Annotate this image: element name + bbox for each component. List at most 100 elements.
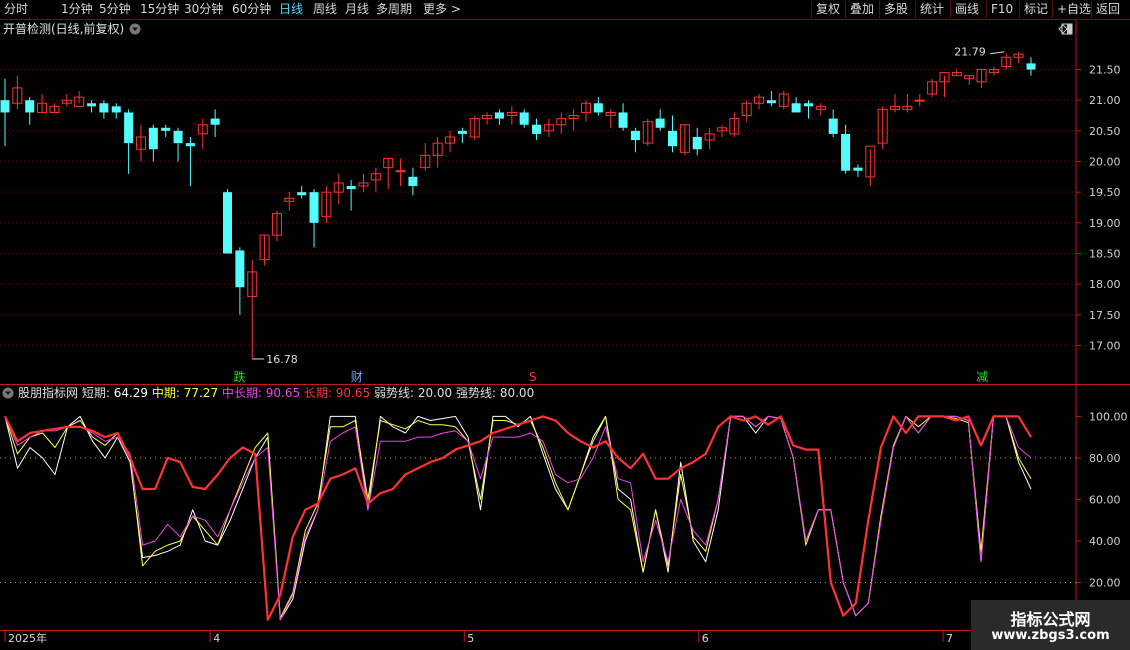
toolbar-tab-1[interactable]: 1分钟 <box>61 1 93 18</box>
legend-value: 90.65 <box>266 386 304 400</box>
toolbar-tab-7[interactable]: 周线 <box>313 1 337 18</box>
x-tick-label: 2025年 <box>8 631 47 645</box>
toolbar-button-6[interactable]: 标记 <box>1024 1 1048 18</box>
toolbar-separator <box>986 1 987 18</box>
x-tick-label: 4 <box>213 632 220 645</box>
event-marker: S <box>529 370 537 384</box>
toolbar-tab-5[interactable]: 60分钟 <box>232 1 271 18</box>
y-tick-label: 21.00 <box>1089 94 1121 107</box>
indicator-panel: 20.00 40.00 60.00 80.00 100.00 股朋指标网 短期: 64.2… <box>0 385 1128 621</box>
candle-body <box>494 112 504 119</box>
toolbar-tab-0[interactable]: 分时 <box>4 1 28 18</box>
legend-label: 长期: <box>304 386 336 400</box>
candle-body <box>630 130 640 141</box>
kline-panel: 17.00 17.50 18.00 18.50 19.00 19.50 20.00 20.50… <box>0 21 1121 384</box>
candle-body <box>111 106 121 113</box>
candle-body <box>161 127 171 131</box>
candle-body <box>655 118 665 128</box>
y-tick-label: 17.50 <box>1089 309 1121 322</box>
chart-area: 17.00 17.50 18.00 18.50 19.00 19.50 20.00 20.50… <box>0 20 1130 645</box>
candle-body <box>346 186 356 190</box>
candle-body <box>408 176 418 187</box>
candle-body <box>297 192 307 196</box>
y-tick-label: 18.50 <box>1089 247 1121 260</box>
toolbar-tab-9[interactable]: 多周期 <box>376 1 412 18</box>
watermark: 指标公式网 www.zbgs3.com <box>971 600 1130 650</box>
event-marker: 减 <box>976 370 988 384</box>
toolbar-tab-3[interactable]: 15分钟 <box>140 1 179 18</box>
candle-body <box>87 103 97 107</box>
candle-body <box>1026 63 1036 70</box>
candle-body <box>593 103 603 113</box>
toolbar-separator <box>845 1 846 18</box>
toolbar-separator <box>1019 1 1020 18</box>
candle-body <box>828 118 838 134</box>
toolbar-tab-4[interactable]: 30分钟 <box>184 1 223 18</box>
series-line-3 <box>4 415 1032 621</box>
y-tick-label: 20.00 <box>1089 576 1121 589</box>
x-tick-label: 7 <box>946 632 953 645</box>
candle-body <box>853 167 863 171</box>
candle-body <box>766 100 776 104</box>
toolbar-tab-6[interactable]: 日线 <box>279 1 303 18</box>
candle-body <box>618 112 628 128</box>
candle-body <box>235 250 245 288</box>
toolbar-tab-8[interactable]: 月线 <box>345 1 369 18</box>
legend-value: 80.00 <box>500 386 534 400</box>
watermark-title: 指标公式网 <box>1010 610 1091 629</box>
watermark-url: www.zbgs3.com <box>991 628 1110 643</box>
toolbar-button-4[interactable]: 画线 <box>955 1 979 18</box>
x-tick-label: 5 <box>467 632 474 645</box>
toolbar-separator <box>1091 1 1092 18</box>
candle-body <box>185 143 195 147</box>
indicator-legend: 股朋指标网 短期: 64.29 中期: 77.27 中长期: 90.65 长期:… <box>18 385 534 400</box>
candle-body <box>395 170 406 173</box>
y-tick-label: 60.00 <box>1089 493 1121 506</box>
toolbar-tab-10[interactable]: 更多 > <box>423 1 461 18</box>
candle-body <box>99 103 109 113</box>
low-price-label: 16.78 <box>266 353 298 366</box>
high-price-label: 21.79 <box>954 46 986 59</box>
main-chart-title: 开普检测(日线,前复权) <box>3 21 124 36</box>
candle-body <box>692 136 702 150</box>
toolbar-button-2[interactable]: 多股 <box>884 1 908 18</box>
candle-body <box>457 130 467 134</box>
event-marker: 跌 <box>234 369 246 384</box>
indicator-header: 股朋指标网 短期: 64.29 中期: 77.27 中长期: 90.65 长期:… <box>2 385 534 400</box>
toolbar-button-1[interactable]: 叠加 <box>850 1 874 18</box>
y-tick-label: 80.00 <box>1089 452 1121 465</box>
y-tick-label: 21.50 <box>1089 64 1121 77</box>
candle-body <box>309 192 319 223</box>
candle-body <box>803 103 813 107</box>
candle-body <box>914 99 925 102</box>
legend-label: 中长期: <box>222 385 266 400</box>
y-tick-label: 19.00 <box>1089 217 1121 230</box>
toolbar-tab-2[interactable]: 5分钟 <box>99 1 131 18</box>
legend-label: 短期: <box>82 386 114 400</box>
toolbar-button-7[interactable]: +自选 <box>1057 1 1091 18</box>
indicator-name: 股朋指标网 <box>18 385 82 400</box>
legend-label: 弱势线: <box>374 386 418 400</box>
candle-body <box>0 100 10 113</box>
toolbar-button-3[interactable]: 统计 <box>920 1 944 18</box>
legend-value: 20.00 <box>418 386 456 400</box>
diamond-icon <box>1058 24 1068 34</box>
title-dropdown-icon <box>129 23 141 35</box>
toolbar-button-0[interactable]: 复权 <box>816 1 840 18</box>
event-marker: 财 <box>351 370 363 384</box>
candle-body <box>841 133 851 171</box>
toolbar-separator <box>915 1 916 18</box>
candle-body <box>173 130 183 144</box>
candle-body <box>532 124 542 134</box>
toolbar-button-8[interactable]: 返回 <box>1096 1 1120 18</box>
candle-body <box>791 103 801 113</box>
y-tick-label: 100.00 <box>1089 410 1128 423</box>
panel-toggle-fill <box>1067 24 1072 34</box>
toolbar: 分时 1分钟 5分钟 15分钟 30分钟 60分钟 日线 周线 月线 多周期 更多 > 复权 叠加 多股统… <box>0 0 1130 20</box>
series-line-1 <box>4 415 1032 619</box>
y-tick-label: 20.50 <box>1089 125 1121 138</box>
toolbar-button-5[interactable]: F10 <box>991 1 1013 18</box>
series-line-2 <box>4 415 1032 621</box>
toolbar-separator <box>811 1 812 18</box>
legend-label: 中期: <box>152 385 184 400</box>
